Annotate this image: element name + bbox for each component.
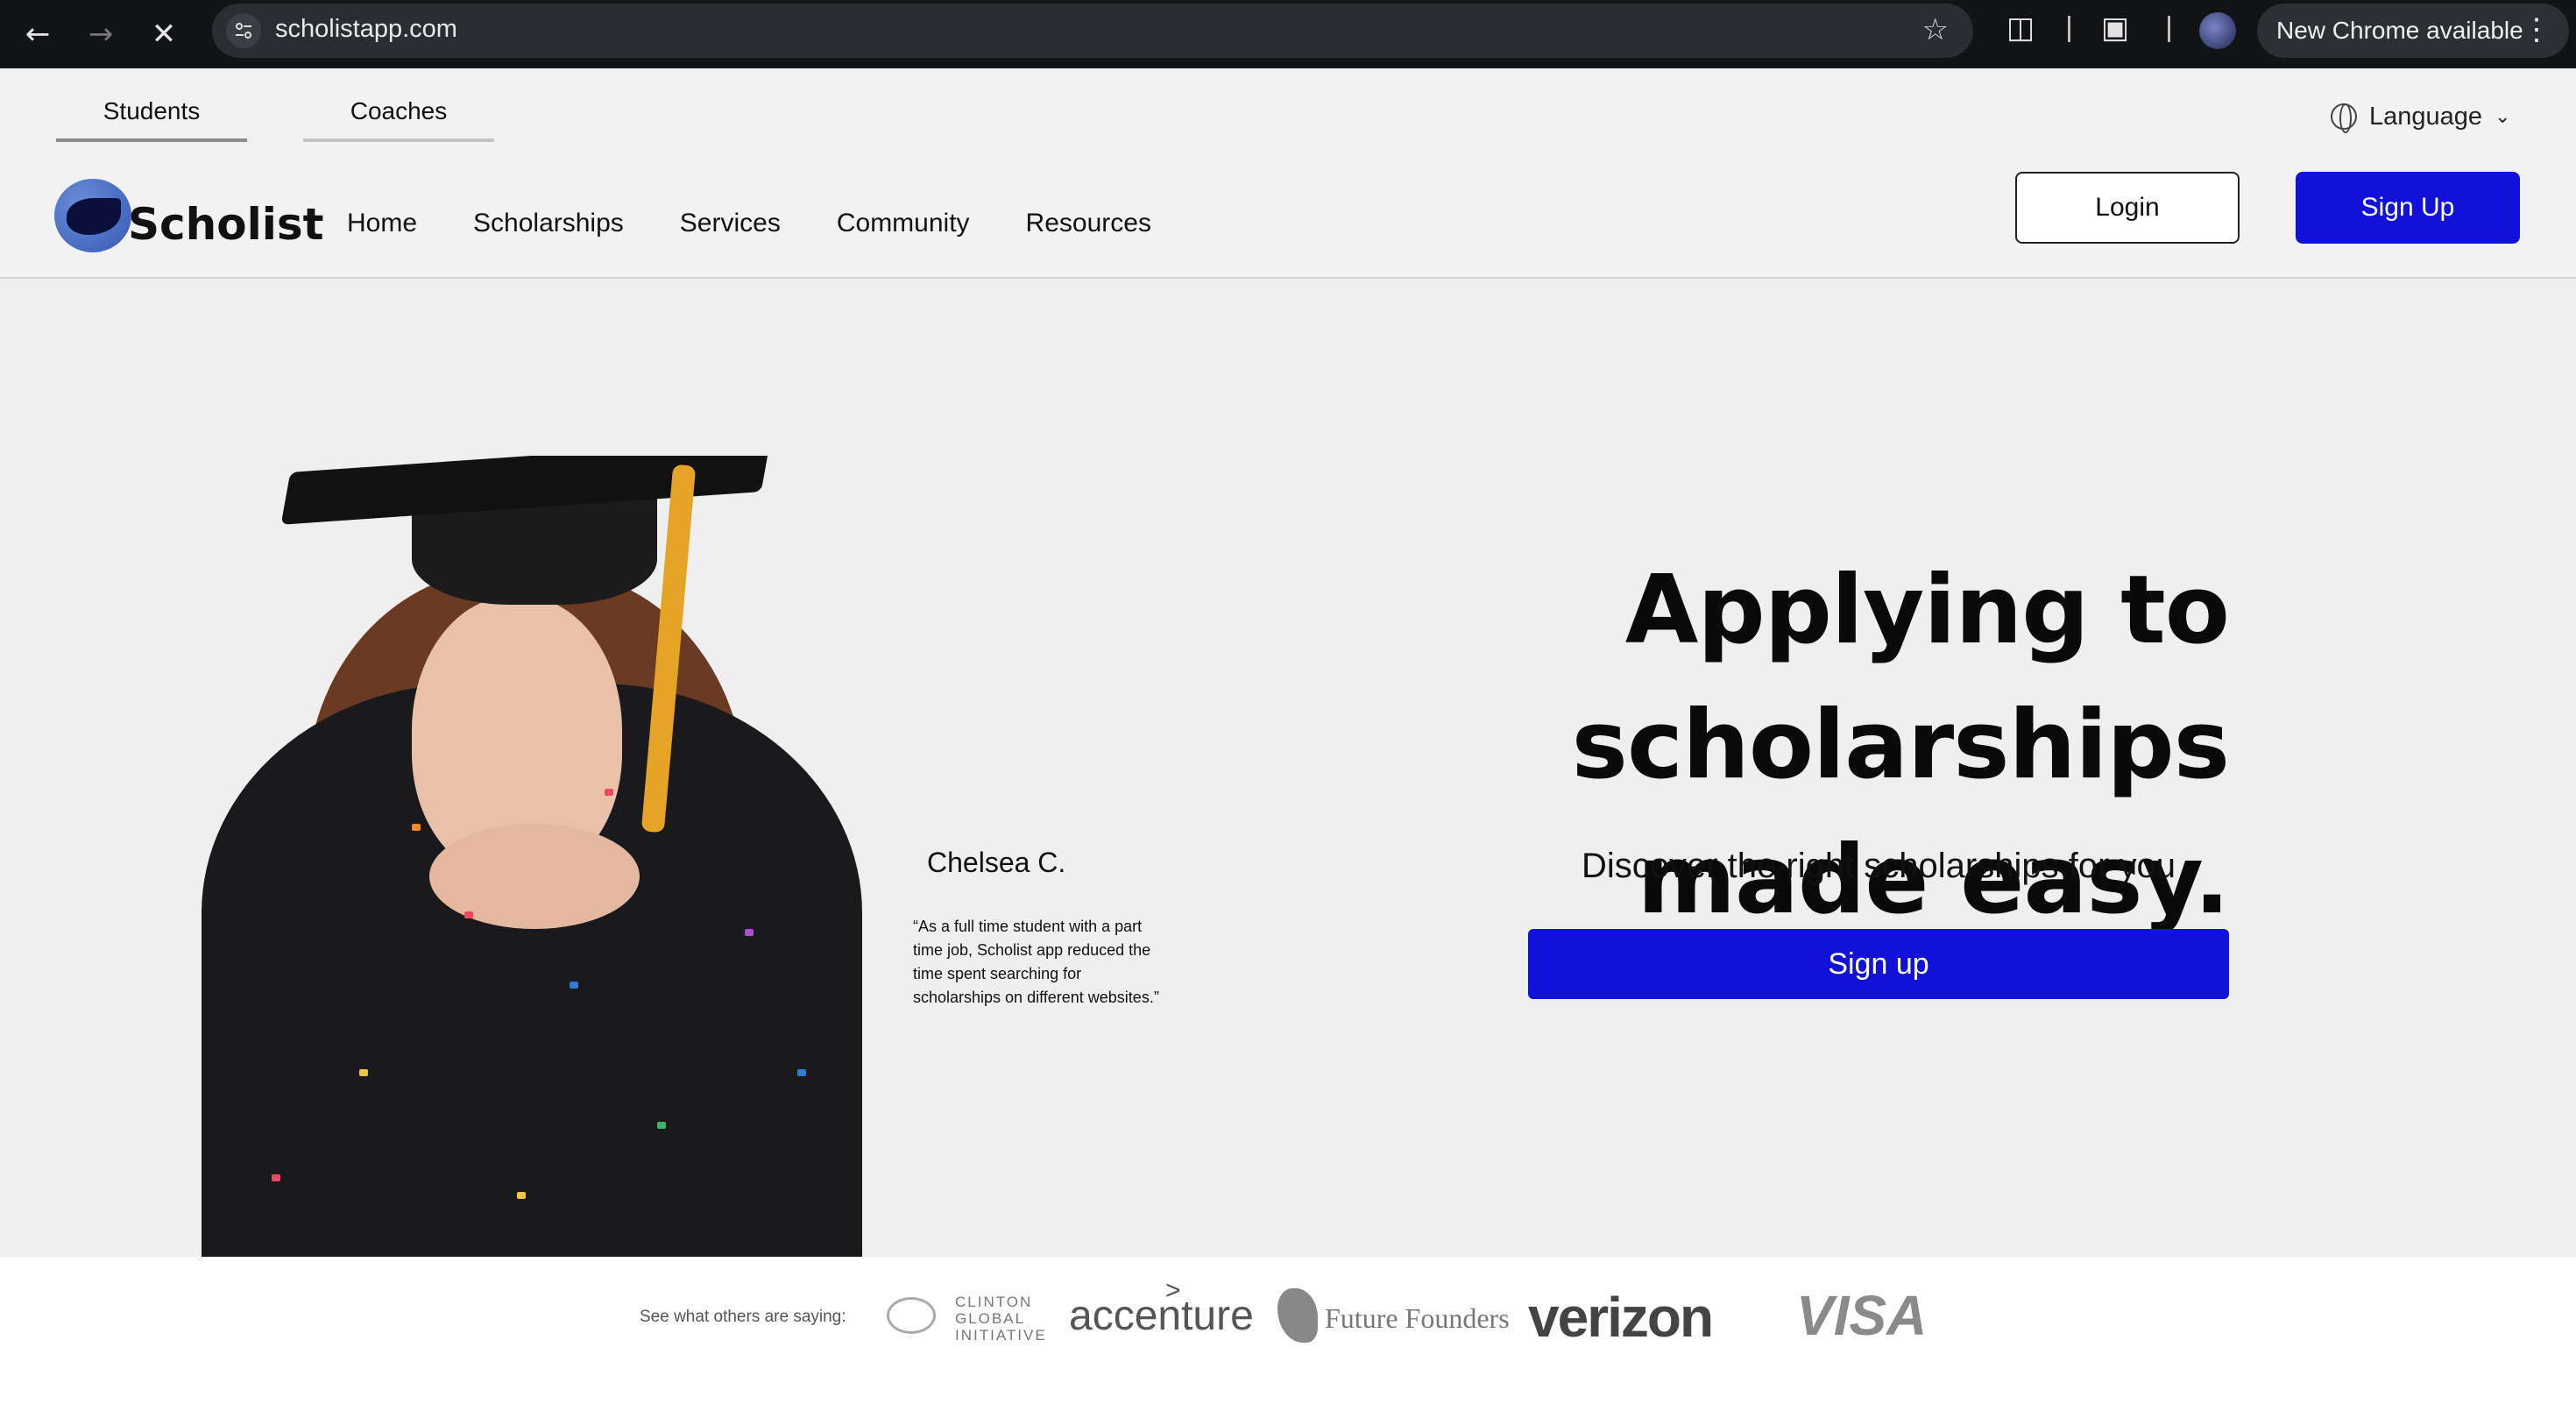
language-selector[interactable]: Language ⌄ xyxy=(2331,86,2510,147)
extensions-icon[interactable]: ◫ xyxy=(2006,11,2035,46)
partner-future-founders: Future Founders xyxy=(1325,1302,1510,1334)
tab-coaches[interactable]: Coaches xyxy=(303,84,494,142)
chrome-update-button[interactable]: New Chrome available ⋮ xyxy=(2257,4,2569,58)
site-info-icon[interactable] xyxy=(226,13,261,48)
scholist-logo[interactable]: Scholist xyxy=(54,172,324,259)
url-text[interactable]: scholistapp.com xyxy=(275,15,457,44)
partners-label: See what others are saying: xyxy=(640,1308,846,1326)
login-button[interactable]: Login xyxy=(2015,172,2240,244)
partner-verizon: verizon xyxy=(1528,1286,1714,1349)
toolbar-divider xyxy=(2168,16,2170,42)
accenture-arrow-icon: > xyxy=(1165,1276,1181,1305)
back-arrow-icon[interactable]: ← xyxy=(16,12,60,56)
headline-line-1: Applying to scholarships xyxy=(1571,556,2230,800)
clinton-initiative-logo-icon xyxy=(887,1297,936,1334)
reading-list-icon[interactable]: ▣ xyxy=(2101,11,2129,46)
language-label: Language xyxy=(2369,102,2483,131)
globe-icon xyxy=(2331,103,2357,133)
nav-home[interactable]: Home xyxy=(347,209,417,238)
partner-visa: VISA xyxy=(1796,1284,1928,1347)
bird-logo-icon xyxy=(54,179,131,252)
hero-section: Chelsea C. “As a full time student with … xyxy=(0,280,2576,1257)
future-founders-logo-icon xyxy=(1277,1288,1318,1343)
bookmark-star-icon[interactable]: ☆ xyxy=(1922,12,1949,47)
profile-avatar[interactable] xyxy=(2199,12,2236,49)
toolbar-divider xyxy=(2068,16,2070,42)
browser-toolbar: ← → ✕ scholistapp.com ☆ ◫ ▣ New Chrome a… xyxy=(0,0,2576,68)
hero-subheadline: Discover the right scholarships for you xyxy=(1581,847,2176,885)
chevron-down-icon: ⌄ xyxy=(2495,105,2511,127)
site-header: Students Coaches Language ⌄ Scholist Hom… xyxy=(0,68,2576,279)
partner-accenture: accenture xyxy=(1069,1293,1254,1339)
partner-clinton-global-initiative: CLINTON GLOBAL INITIATIVE xyxy=(955,1294,1047,1344)
chrome-update-label: New Chrome available xyxy=(2276,17,2523,44)
more-menu-icon[interactable]: ⋮ xyxy=(2522,12,2551,47)
hero-signup-button[interactable]: Sign up xyxy=(1528,929,2229,999)
nav-scholarships[interactable]: Scholarships xyxy=(473,209,624,238)
address-bar[interactable]: scholistapp.com ☆ xyxy=(212,4,1973,58)
brand-name: Scholist xyxy=(128,199,324,250)
partners-strip: See what others are saying: CLINTON GLOB… xyxy=(0,1257,2576,1411)
hero-headline: Applying to scholarships made easy. xyxy=(964,543,2230,948)
nav-services[interactable]: Services xyxy=(680,209,781,238)
nav-community[interactable]: Community xyxy=(837,209,970,238)
signup-button[interactable]: Sign Up xyxy=(2296,172,2520,244)
main-navigation: Home Scholarships Services Community Res… xyxy=(347,209,1151,238)
stop-loading-icon[interactable]: ✕ xyxy=(142,12,186,56)
graduate-photo xyxy=(202,456,862,1257)
forward-arrow-icon[interactable]: → xyxy=(79,12,123,56)
tab-students[interactable]: Students xyxy=(56,84,247,142)
nav-resources[interactable]: Resources xyxy=(1026,209,1151,238)
